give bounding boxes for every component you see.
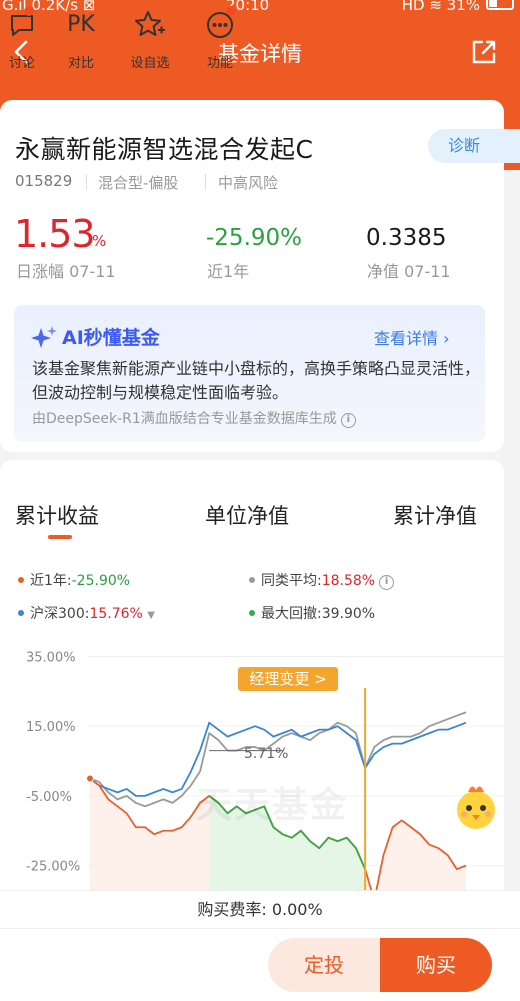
ai-title: AI秒懂基金 <box>62 327 160 349</box>
divider <box>86 174 87 190</box>
fund-code: 015829 <box>15 172 73 190</box>
year-change-label: 近1年 <box>207 262 250 281</box>
discuss-button[interactable]: 讨论 <box>0 6 44 71</box>
start-point-marker <box>86 774 94 783</box>
fund-risk: 中高风险 <box>218 174 279 192</box>
mascot-icon[interactable] <box>450 780 502 832</box>
info-icon[interactable]: i <box>340 413 356 428</box>
tab-cumulative-nav[interactable]: 累计净值 <box>393 500 477 530</box>
compare-button[interactable]: PK 对比 <box>59 10 103 71</box>
year-change-value: -25.90% <box>206 225 302 251</box>
purchase-fee: 购买费率: 0.00% <box>0 890 520 928</box>
legend-dot <box>249 610 255 616</box>
legend-peer: 同类平均:18.58% i <box>249 570 395 590</box>
legend-dot <box>249 577 255 583</box>
tab-unit-nav[interactable]: 单位净值 <box>205 500 289 530</box>
ai-source-text: 由DeepSeek-R1满血版结合专业基金数据库生成 i <box>32 408 356 428</box>
legend-fund: 近1年:-25.90% <box>18 570 130 590</box>
legend-index[interactable]: 沪深300:15.76% ▼ <box>18 603 155 623</box>
battery-icon <box>486 0 514 10</box>
nav-value: 0.3385 <box>366 225 447 251</box>
manager-change-badge[interactable]: 经理变更 > <box>238 667 338 691</box>
day-change-label: 日涨幅 07-11 <box>16 262 116 281</box>
y-tick-label: 35.00% <box>26 650 76 665</box>
pk-icon: PK <box>67 12 95 37</box>
ai-view-details-link[interactable]: 查看详情 › <box>374 325 450 349</box>
functions-button[interactable]: 功能 <box>198 6 242 71</box>
dingtou-button[interactable]: 定投 <box>268 938 380 992</box>
point-value-label: 5.71% <box>244 746 289 762</box>
notification-dot <box>226 6 236 16</box>
notification-dot <box>24 6 34 16</box>
ai-summary-text: 该基金聚焦新能源产业链中小盘标的，高换手策略凸显灵活性，但波动控制与规模稳定性面… <box>32 359 481 402</box>
nav-label: 净值 07-11 <box>367 262 451 281</box>
diagnose-button[interactable]: 诊断 <box>428 129 520 163</box>
day-change-unit: % <box>92 232 107 250</box>
sparkle-icon <box>31 326 57 348</box>
legend-dot <box>18 577 24 583</box>
legend-drawdown: 最大回撤:39.90% <box>249 603 375 623</box>
fund-type: 混合型-偏股 <box>98 174 179 192</box>
y-tick-label: -25.00% <box>26 860 80 875</box>
star-plus-icon <box>135 11 165 36</box>
share-icon[interactable] <box>470 38 498 66</box>
y-tick-label: 15.00% <box>26 720 76 735</box>
divider <box>205 174 206 190</box>
add-watchlist-button[interactable]: 设自选 <box>128 10 172 71</box>
info-icon[interactable]: i <box>379 575 395 590</box>
dropdown-caret-icon[interactable]: ▼ <box>147 610 155 621</box>
tab-cumulative-return[interactable]: 累计收益 <box>15 500 99 530</box>
watermark: 天天基金 <box>196 785 349 826</box>
active-tab-indicator <box>48 535 72 539</box>
fund-area-before <box>90 778 210 890</box>
status-right: HD ≋ 31% <box>401 0 480 14</box>
buy-button[interactable]: 购买 <box>380 938 492 992</box>
y-tick-label: -5.00% <box>26 790 72 805</box>
day-change-value: 1.53 <box>14 212 96 256</box>
legend-dot <box>18 610 24 616</box>
fund-name: 永赢新能源智选混合发起C <box>15 135 314 164</box>
